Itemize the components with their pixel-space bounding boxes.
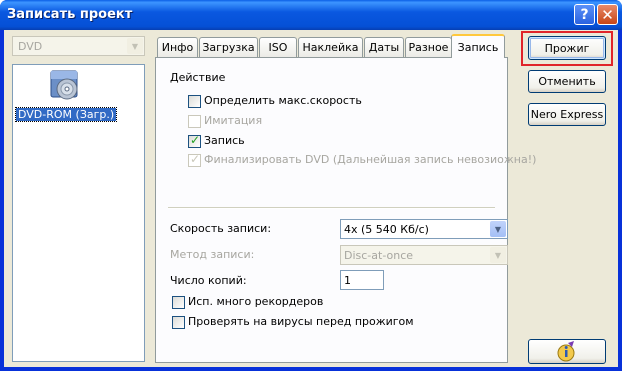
- tab-info[interactable]: Инфо: [157, 37, 198, 57]
- write-checkbox[interactable]: ✓: [188, 133, 201, 148]
- device-label[interactable]: DVD-ROM (Загр.): [14, 107, 118, 122]
- multi-recorders-checkbox[interactable]: [172, 296, 185, 309]
- separator: [168, 207, 495, 209]
- detect-max-speed-label[interactable]: Определить макс.скорость: [204, 94, 362, 107]
- write-method-label: Метод записи:: [170, 248, 255, 261]
- multi-recorders-label[interactable]: Исп. много рекордеров: [188, 295, 323, 308]
- close-button[interactable]: ✕: [597, 4, 618, 25]
- write-speed-label: Скорость записи:: [170, 222, 272, 235]
- tab-label[interactable]: Наклейка: [298, 37, 363, 57]
- burn-project-window: Записать проект ? ✕ DVD ▼ DVD-ROM (Загр.…: [0, 0, 622, 371]
- copies-value: 1: [344, 274, 351, 287]
- write-label[interactable]: Запись: [204, 134, 245, 147]
- write-method-select: Disc-at-once ▼: [340, 245, 508, 265]
- chevron-down-icon: ▼: [490, 247, 506, 263]
- chevron-down-icon: ▼: [127, 38, 143, 54]
- window-title: Записать проект: [7, 7, 133, 22]
- tab-boot[interactable]: Загрузка: [199, 37, 258, 57]
- title-bar[interactable]: Записать проект ? ✕: [0, 0, 622, 30]
- write-speed-value: 4x (5 540 Кб/с): [344, 223, 429, 236]
- write-method-value: Disc-at-once: [344, 249, 414, 262]
- checkmark-icon: ✓: [190, 152, 201, 166]
- info-wizard-icon: [557, 340, 575, 361]
- device-list[interactable]: DVD-ROM (Загр.): [12, 64, 145, 362]
- drive-type-select[interactable]: DVD ▼: [12, 36, 145, 56]
- checkmark-icon: ✓: [190, 133, 201, 147]
- detect-max-speed-checkbox[interactable]: [188, 95, 201, 108]
- nero-express-button[interactable]: Nero Express: [528, 103, 606, 126]
- tab-burn[interactable]: Запись: [451, 34, 505, 58]
- cancel-button[interactable]: Отменить: [528, 70, 606, 93]
- copies-label: Число копий:: [170, 274, 247, 287]
- action-group-header: Действие: [170, 71, 226, 84]
- burn-tab-panel: Действие Определить макс.скорость Имитац…: [155, 57, 536, 363]
- drive-type-value: DVD: [18, 40, 43, 53]
- write-speed-select[interactable]: 4x (5 540 Кб/с) ▼: [340, 219, 508, 239]
- finalize-dvd-label: Финализировать DVD (Дальнейшая запись не…: [204, 153, 537, 166]
- wizard-button[interactable]: [528, 339, 606, 364]
- virus-check-checkbox[interactable]: [172, 316, 185, 329]
- copies-input[interactable]: 1: [340, 270, 384, 290]
- help-button[interactable]: ?: [574, 4, 595, 25]
- burn-button[interactable]: Прожиг: [528, 36, 606, 60]
- chevron-down-icon[interactable]: ▼: [490, 221, 506, 237]
- tab-dates[interactable]: Даты: [364, 37, 404, 57]
- finalize-dvd-checkbox: ✓: [188, 152, 201, 167]
- dvd-drive-icon[interactable]: [49, 69, 81, 101]
- tab-iso[interactable]: ISO: [259, 37, 297, 57]
- simulation-label: Имитация: [204, 114, 263, 127]
- dialog-client: DVD ▼ DVD-ROM (Загр.) Инфо Загрузка ISO …: [4, 30, 618, 367]
- simulation-checkbox: [188, 115, 201, 128]
- tab-misc[interactable]: Разное: [405, 37, 452, 57]
- virus-check-label[interactable]: Проверять на вирусы перед прожигом: [188, 315, 414, 328]
